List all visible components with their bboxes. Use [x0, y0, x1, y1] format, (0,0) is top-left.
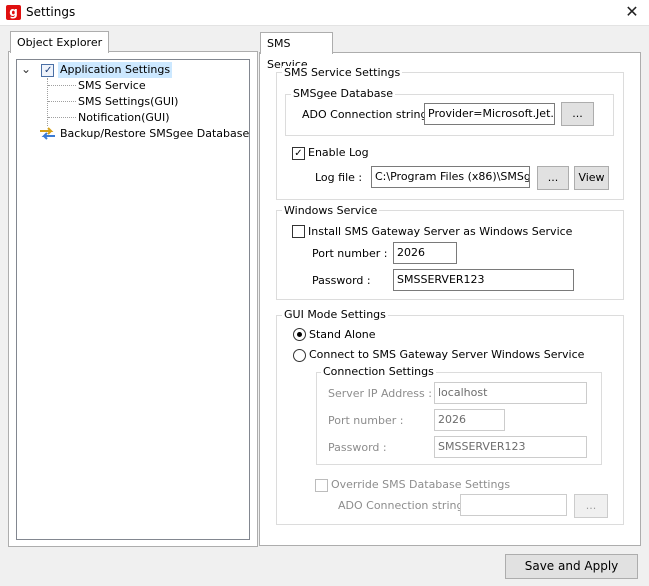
server-ip-input[interactable]: localhost: [434, 382, 587, 404]
stand-alone-label: Stand Alone: [309, 328, 376, 341]
override-ado-browse-button[interactable]: ...: [574, 494, 608, 518]
connection-password-label: Password :: [328, 441, 387, 454]
save-and-apply-button[interactable]: Save and Apply: [505, 554, 638, 579]
tree-item-sms-settings-gui[interactable]: SMS Settings(GUI): [78, 94, 178, 110]
connection-port-label: Port number :: [328, 414, 404, 427]
title-bar: [0, 0, 649, 26]
service-password-label: Password :: [312, 274, 371, 287]
chevron-down-icon[interactable]: ⌄: [21, 61, 31, 77]
tab-object-explorer[interactable]: Object Explorer: [10, 31, 110, 53]
smsgee-database-legend: SMSgee Database: [291, 87, 395, 100]
tree-item-sms-service[interactable]: SMS Service: [78, 78, 146, 94]
tab-sms-service[interactable]: SMS Service: [260, 32, 333, 71]
connection-port-input[interactable]: 2026: [434, 409, 505, 431]
tree-item-backup-restore[interactable]: Backup/Restore SMSgee Database: [60, 126, 249, 142]
connection-password-input[interactable]: SMSSERVER123: [434, 436, 587, 458]
gui-mode-legend: GUI Mode Settings: [282, 308, 388, 321]
service-port-input[interactable]: 2026: [393, 242, 457, 264]
log-file-browse-button[interactable]: ...: [537, 166, 569, 190]
tree-item-notification-gui[interactable]: Notification(GUI): [78, 110, 170, 126]
enable-log-checkbox[interactable]: ✓: [292, 147, 305, 160]
backup-restore-icon: [39, 127, 56, 140]
sms-service-settings-legend: SMS Service Settings: [282, 66, 403, 79]
settings-checklist-icon: ✓: [41, 64, 54, 77]
tree-item-application-settings[interactable]: Application Settings: [58, 62, 173, 78]
service-port-label: Port number :: [312, 247, 388, 260]
object-explorer-tree: ⌄ ✓ Application Settings SMS Service SMS…: [16, 59, 250, 540]
ado-connection-label: ADO Connection string :: [302, 108, 435, 121]
close-icon[interactable]: ✕: [620, 2, 644, 22]
override-db-label: Override SMS Database Settings: [331, 478, 511, 491]
ado-browse-button[interactable]: ...: [561, 102, 594, 126]
windows-service-legend: Windows Service: [282, 204, 380, 217]
server-ip-label: Server IP Address :: [328, 387, 432, 400]
install-service-label: Install SMS Gateway Server as Windows Se…: [308, 225, 573, 238]
stand-alone-radio[interactable]: [293, 328, 306, 341]
window-title: Settings: [26, 5, 76, 19]
view-log-button[interactable]: View: [574, 166, 609, 190]
connection-settings-legend: Connection Settings: [321, 365, 436, 378]
log-file-label: Log file :: [315, 171, 363, 184]
ado-connection-input[interactable]: Provider=Microsoft.Jet.OLEDB: [424, 103, 555, 125]
override-db-checkbox[interactable]: [315, 479, 328, 492]
service-password-input[interactable]: SMSSERVER123: [393, 269, 574, 291]
override-ado-label: ADO Connection string :: [338, 499, 471, 512]
install-service-checkbox[interactable]: [292, 225, 305, 238]
log-file-input[interactable]: C:\Program Files (x86)\SMSgee\: [371, 166, 530, 188]
connect-service-radio[interactable]: [293, 349, 306, 362]
override-ado-input[interactable]: [460, 494, 567, 516]
connect-service-label: Connect to SMS Gateway Server Windows Se…: [309, 348, 585, 361]
g-logo-icon: g: [6, 5, 21, 20]
enable-log-label: Enable Log: [308, 146, 369, 159]
